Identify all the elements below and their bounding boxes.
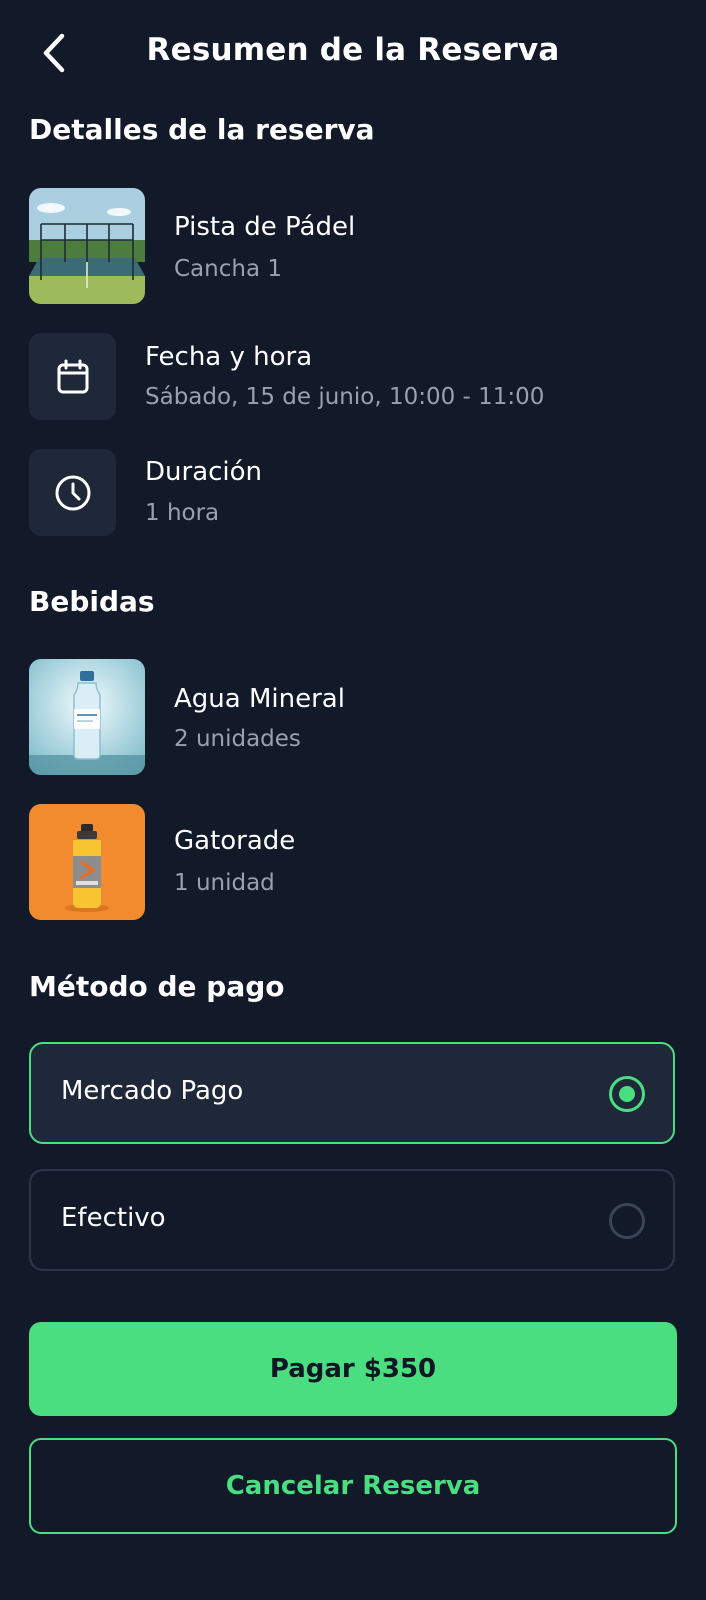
radio-unselected-icon[interactable] xyxy=(609,1203,645,1239)
duration-value: 1 hora xyxy=(145,500,220,526)
payment-option-label: Mercado Pago xyxy=(61,1076,244,1106)
drink-name: Agua Mineral xyxy=(174,684,345,714)
cancel-reservation-button[interactable]: Cancelar Reserva xyxy=(29,1438,677,1534)
duration-label: Duración xyxy=(145,457,263,487)
gatorade-bottle-image xyxy=(29,804,145,920)
section-title-drinks: Bebidas xyxy=(29,585,155,618)
clock-icon xyxy=(55,475,90,510)
radio-selected-icon[interactable] xyxy=(609,1076,645,1112)
payment-option-label: Efectivo xyxy=(61,1203,166,1233)
calendar-icon xyxy=(57,359,88,393)
datetime-label: Fecha y hora xyxy=(145,342,313,372)
section-title-details: Detalles de la reserva xyxy=(29,113,375,146)
header: Resumen de la Reserva xyxy=(0,0,706,110)
clock-icon-box xyxy=(29,449,116,536)
payment-option-efectivo[interactable]: Efectivo xyxy=(29,1169,675,1271)
court-name: Pista de Pádel xyxy=(174,212,356,242)
page-title: Resumen de la Reserva xyxy=(146,32,560,68)
drink-name: Gatorade xyxy=(174,826,296,856)
water-bottle-image xyxy=(29,659,145,775)
court-number: Cancha 1 xyxy=(174,256,282,282)
datetime-value: Sábado, 15 de junio, 10:00 - 11:00 xyxy=(145,384,545,410)
pay-button[interactable]: Pagar $350 xyxy=(29,1322,677,1416)
padel-court-image xyxy=(29,188,145,304)
payment-option-mercado-pago[interactable]: Mercado Pago xyxy=(29,1042,675,1144)
section-title-payment: Método de pago xyxy=(29,970,285,1003)
drink-quantity: 1 unidad xyxy=(174,870,275,896)
calendar-icon-box xyxy=(29,333,116,420)
drink-quantity: 2 unidades xyxy=(174,726,301,752)
